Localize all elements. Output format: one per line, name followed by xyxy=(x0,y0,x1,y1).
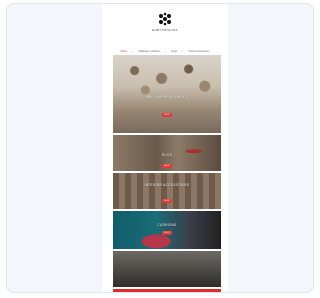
nav-item-wallpaper[interactable]: Wallpaper & Fabrics xyxy=(138,50,159,54)
brand-name[interactable]: ROHI DESIGNS xyxy=(102,28,228,32)
footer-bar xyxy=(113,289,221,292)
panel-lighting[interactable] xyxy=(113,251,221,287)
shop-button[interactable]: SHOP xyxy=(162,113,172,117)
paisley-logo-icon[interactable] xyxy=(157,12,173,26)
nav-item-rugs[interactable]: Rugs xyxy=(171,50,177,54)
panel-title: CUSHIONS xyxy=(157,223,177,227)
preview-frame: ROHI DESIGNS Home | Wallpaper & Fabrics … xyxy=(6,3,314,293)
panel-wallpaper-fabrics[interactable]: WALLPAPER & FABRICS SHOP xyxy=(113,55,221,133)
shop-button[interactable]: SHOP xyxy=(162,231,172,235)
nav-separator: | xyxy=(132,50,134,53)
shop-button[interactable]: SHOP xyxy=(162,164,172,168)
panel-title: RUGS xyxy=(161,153,173,157)
nav-item-home[interactable]: Home xyxy=(121,50,127,54)
panel-interior-accessories[interactable]: INTERIOR ACCESSORIES SHOP xyxy=(113,173,221,209)
nav-separator: | xyxy=(182,50,184,53)
nav-item-interior-accessories[interactable]: Interior Accessories xyxy=(189,50,210,54)
nav-separator: | xyxy=(165,50,166,53)
panel-cushions[interactable]: CUSHIONS SHOP xyxy=(113,211,221,249)
header: ROHI DESIGNS xyxy=(102,4,228,40)
panel-title: INTERIOR ACCESSORIES xyxy=(144,183,190,187)
email-page: ROHI DESIGNS Home | Wallpaper & Fabrics … xyxy=(102,4,228,292)
panel-rugs[interactable]: RUGS SHOP xyxy=(113,135,221,171)
panel-title: WALLPAPER & FABRICS xyxy=(145,95,189,99)
shop-button[interactable]: SHOP xyxy=(162,199,172,203)
category-panels: WALLPAPER & FABRICS SHOP RUGS SHOP INTER… xyxy=(113,55,221,292)
